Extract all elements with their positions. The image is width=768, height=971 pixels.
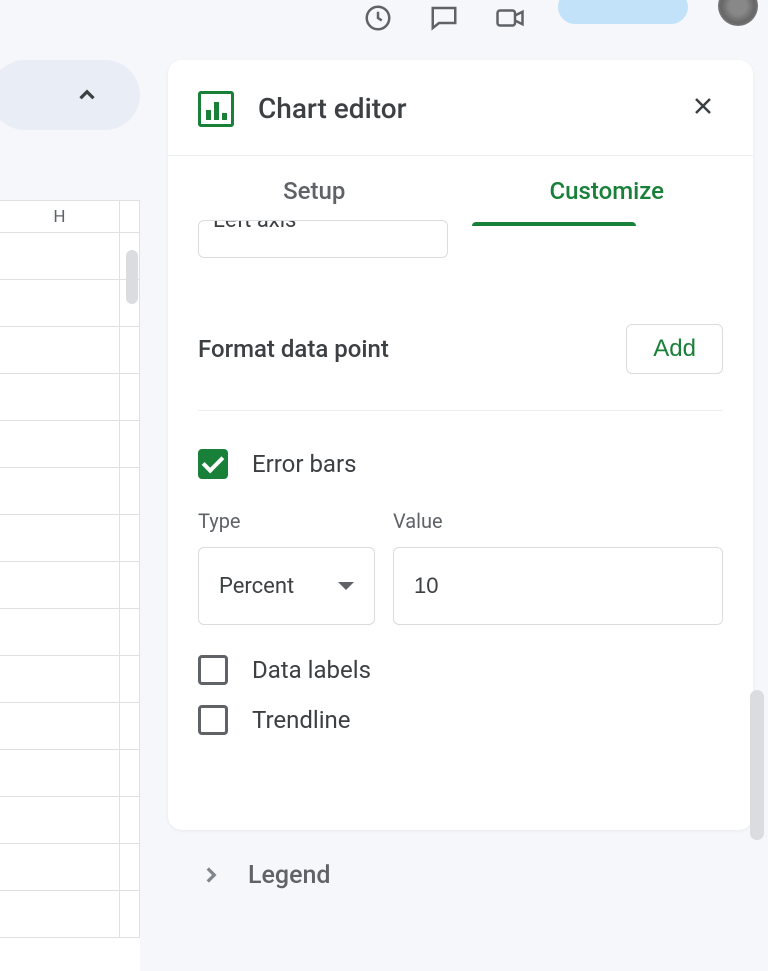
cell[interactable] (0, 280, 120, 326)
legend-section[interactable]: Legend (168, 830, 753, 920)
value-input[interactable] (393, 547, 723, 625)
add-button[interactable]: Add (626, 324, 723, 374)
cell[interactable] (0, 797, 120, 843)
cell[interactable] (0, 750, 120, 796)
avatar[interactable] (718, 0, 758, 26)
trendline-label: Trendline (252, 706, 351, 734)
axis-dropdown-value: Left axis (213, 220, 296, 233)
cell[interactable] (0, 891, 120, 937)
panel-title: Chart editor (258, 92, 659, 125)
tab-setup[interactable]: Setup (168, 156, 461, 226)
cell[interactable] (0, 703, 120, 749)
type-select[interactable]: Percent (198, 547, 375, 625)
error-bars-fields: Type Percent Value (198, 509, 723, 625)
close-button[interactable] (683, 88, 723, 129)
panel-body: Left axis Format data point Add Error ba… (168, 226, 753, 826)
collapse-panel-button[interactable] (0, 60, 140, 130)
scrollbar-thumb[interactable] (126, 250, 138, 304)
close-icon (691, 94, 715, 118)
cell[interactable] (0, 374, 120, 420)
column-header-h[interactable]: H (0, 201, 120, 232)
format-data-point-row: Format data point Add (198, 324, 723, 411)
format-data-point-label: Format data point (198, 335, 389, 363)
legend-label: Legend (248, 861, 330, 890)
trendline-checkbox[interactable] (198, 705, 228, 735)
chart-icon (198, 91, 234, 127)
type-select-value: Percent (219, 574, 294, 599)
scrollbar-thumb[interactable] (750, 690, 764, 840)
cell[interactable] (0, 562, 120, 608)
tab-customize[interactable]: Customize (461, 156, 754, 226)
data-labels-label: Data labels (252, 656, 371, 684)
chart-editor-panel: Chart editor Setup Customize Left axis F… (168, 60, 753, 830)
cell[interactable] (0, 515, 120, 561)
data-labels-row: Data labels (198, 655, 723, 685)
cell[interactable] (0, 609, 120, 655)
tabs: Setup Customize (168, 156, 753, 226)
data-labels-checkbox[interactable] (198, 655, 228, 685)
cell[interactable] (0, 421, 120, 467)
chevron-down-icon (338, 582, 354, 590)
trendline-row: Trendline (198, 705, 723, 735)
spreadsheet-grid[interactable]: H (0, 200, 140, 971)
top-toolbar (0, 0, 768, 40)
video-icon[interactable] (492, 0, 528, 36)
cell[interactable] (0, 468, 120, 514)
cell[interactable] (0, 844, 120, 890)
history-icon[interactable] (360, 0, 396, 36)
cell[interactable] (0, 233, 120, 279)
value-label: Value (393, 509, 723, 533)
comment-icon[interactable] (426, 0, 462, 36)
cell[interactable] (0, 656, 120, 702)
error-bars-checkbox[interactable] (198, 449, 228, 479)
chevron-up-icon (74, 82, 100, 108)
share-button[interactable] (558, 0, 688, 24)
error-bars-label: Error bars (252, 450, 357, 478)
type-label: Type (198, 509, 375, 533)
cell[interactable] (0, 327, 120, 373)
error-bars-row: Error bars (198, 449, 723, 479)
chevron-right-icon (198, 862, 224, 888)
axis-dropdown[interactable]: Left axis (198, 220, 448, 258)
panel-header: Chart editor (168, 60, 753, 156)
